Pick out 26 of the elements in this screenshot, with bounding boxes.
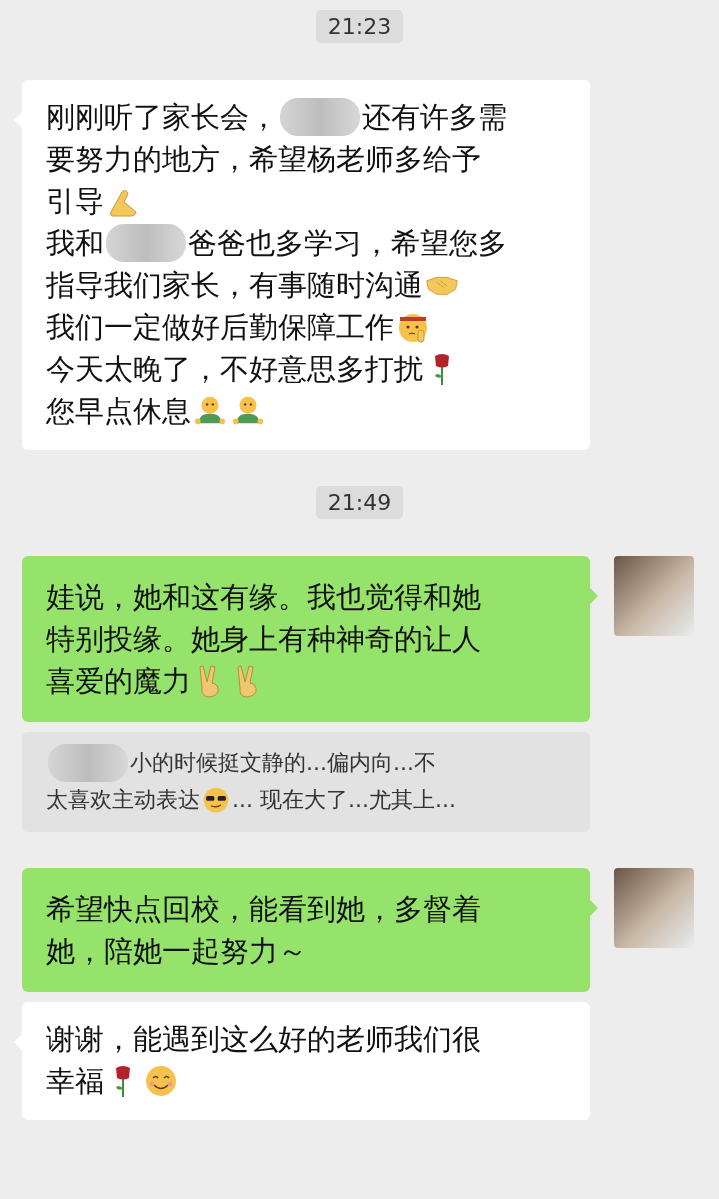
message-text: 要努力的地方，希望杨老师多给予 [46, 141, 481, 178]
message-text: 谢谢，能遇到这么好的老师我们很 [46, 1021, 481, 1058]
message-text: 特别投缘。她身上有种神奇的让人 [46, 621, 481, 658]
message-text: 我和 [46, 225, 104, 262]
message-text: 希望快点回校，能看到她，多督着 [46, 891, 481, 928]
message-text: 今天太晚了，不好意思多打扰 [46, 351, 423, 388]
message-text: ... 现在大了...尤其上... [232, 786, 456, 814]
smiley-face-icon [144, 1064, 178, 1098]
timestamp: 21:23 [315, 10, 404, 43]
message-text: 幸福 [46, 1063, 104, 1100]
message-text: 我们一定做好后勤保障工作 [46, 309, 394, 346]
message-text: 太喜欢主动表达 [46, 786, 200, 814]
message-text: 小的时候挺文静的...偏内向...不 [130, 749, 436, 777]
avatar-photo-placeholder[interactable] [614, 868, 694, 948]
message-text: 喜爱的魔力 [46, 663, 191, 700]
message-text: 刚刚听了家长会， [46, 99, 278, 136]
message-text: 爸爸也多学习，希望您多 [188, 225, 507, 262]
message-text: 您早点休息 [46, 393, 191, 430]
message-text: 引导 [46, 183, 104, 220]
avatar-photo-placeholder[interactable] [614, 556, 694, 636]
message-text: 娃说，她和这有缘。我也觉得和她 [46, 579, 481, 616]
message-text: 还有许多需 [362, 99, 507, 136]
timestamp: 21:49 [315, 486, 404, 519]
message-text: 指导我们家长，有事随时沟通 [46, 267, 423, 304]
message-text: 她，陪她一起努力～ [46, 933, 307, 970]
sunglasses-face-icon [202, 786, 230, 814]
